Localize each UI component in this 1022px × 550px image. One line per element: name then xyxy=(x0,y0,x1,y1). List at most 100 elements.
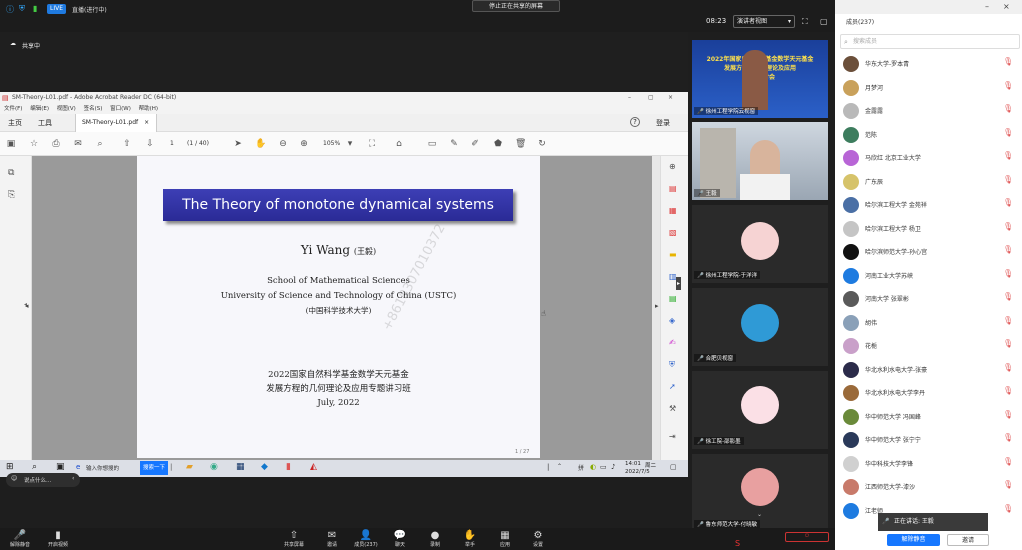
chevron-down-icon[interactable]: ▾ xyxy=(345,139,355,149)
menu-sign[interactable]: 签名(S) xyxy=(84,106,103,112)
mic-muted-icon[interactable]: 🎙 xyxy=(1003,292,1013,301)
cursor-icon[interactable]: ➤ xyxy=(233,139,243,149)
menu-file[interactable]: 文件(F) xyxy=(4,106,22,112)
participant-row[interactable]: 华北水利水电大学李丹 🎙 xyxy=(843,382,1018,404)
windows-start-icon[interactable]: ⊞ xyxy=(6,462,14,472)
control-button[interactable]: 👤 成员(237) xyxy=(348,530,384,548)
mic-muted-icon[interactable]: 🎙 xyxy=(1003,316,1013,325)
participant-row[interactable]: 金露露 🎙 xyxy=(843,100,1018,122)
comment-icon[interactable]: ▭ xyxy=(427,139,437,149)
chevron-left-icon[interactable]: ‹ xyxy=(72,475,74,482)
control-button[interactable]: 💬 聊天 xyxy=(382,530,418,548)
mic-muted-icon[interactable]: 🎙 xyxy=(1003,480,1013,489)
minimize-icon[interactable]: – xyxy=(985,2,989,11)
export-pdf-icon[interactable]: ▤ xyxy=(669,184,677,193)
participant-row[interactable]: 华东大学-罗本青 🎙 xyxy=(843,53,1018,75)
stamp-icon[interactable]: ⬟ xyxy=(493,139,503,149)
help-icon[interactable]: ? xyxy=(630,117,640,127)
participant-row[interactable]: 马欣红 北京工业大学 🎙 xyxy=(843,147,1018,169)
control-button[interactable]: ✉ 邀请 xyxy=(314,530,350,548)
participant-row[interactable]: 范陈 🎙 xyxy=(843,124,1018,146)
send-icon[interactable]: ➚ xyxy=(669,382,676,391)
zoom-out-icon[interactable]: ⊖ xyxy=(278,139,288,149)
participant-row[interactable]: 华中科技大学李锋 🎙 xyxy=(843,453,1018,475)
leave-button[interactable]: ⏻ xyxy=(785,532,829,542)
mail-icon[interactable]: ✉ xyxy=(73,139,83,149)
participant-row[interactable]: 花栀 🎙 xyxy=(843,335,1018,357)
shield-icon[interactable]: ⛨ xyxy=(19,4,25,14)
fill-sign-icon[interactable]: ✍ xyxy=(669,338,676,347)
task-view-icon[interactable]: ▣ xyxy=(56,462,65,472)
highlight-icon[interactable]: ✎ xyxy=(449,139,459,149)
app-icon[interactable]: ▦ xyxy=(236,462,245,472)
page-number-input[interactable]: 1 xyxy=(170,140,174,147)
taskbar-search-input[interactable]: 输入你想搜的 xyxy=(86,464,119,472)
edit-pdf-icon[interactable]: ▧ xyxy=(669,228,677,237)
mic-muted-icon[interactable]: 🎙 xyxy=(1003,339,1013,348)
control-button[interactable]: ▮ 开启视频 xyxy=(40,530,76,548)
acrobat-icon[interactable]: ◭ xyxy=(310,462,317,472)
notifications-icon[interactable]: ▢ xyxy=(670,463,677,471)
mic-muted-icon[interactable]: 🎙 xyxy=(1003,245,1013,254)
participant-row[interactable]: 哈尔滨师范大学-孙心宫 🎙 xyxy=(843,241,1018,263)
close-icon[interactable]: × xyxy=(144,119,149,126)
participant-row[interactable]: 广东辰 🎙 xyxy=(843,171,1018,193)
mic-muted-icon[interactable]: 🎙 xyxy=(1003,410,1013,419)
security-tray-icon[interactable]: ◐ xyxy=(590,463,596,471)
mic-muted-icon[interactable]: 🎙 xyxy=(1003,363,1013,372)
meeting-app-icon[interactable]: ◆ xyxy=(261,462,268,472)
pages-icon[interactable]: ⧉ xyxy=(8,168,14,178)
control-button[interactable]: ⚙ 设置 xyxy=(520,530,556,548)
save-icon[interactable]: ▣ xyxy=(6,139,16,149)
participant-row[interactable]: 华中师范大学 冯国峰 🎙 xyxy=(843,406,1018,428)
control-button[interactable]: ▦ 应用 xyxy=(487,530,523,548)
volume-icon[interactable]: ♪ xyxy=(611,463,615,471)
tab-tools[interactable]: 工具 xyxy=(38,118,52,128)
create-pdf-icon[interactable]: ▦ xyxy=(669,206,677,215)
rotate-icon[interactable]: ↻ xyxy=(537,139,547,149)
page-down-icon[interactable]: ⇩ xyxy=(145,139,155,149)
browser-icon[interactable]: e xyxy=(76,463,80,471)
next-arrow-icon[interactable]: ▸ xyxy=(655,302,659,310)
chrome-icon[interactable]: ◉ xyxy=(210,462,218,472)
print-icon[interactable]: ⎙ xyxy=(51,139,61,149)
mic-muted-icon[interactable]: 🎙 xyxy=(1003,433,1013,442)
taskbar-search-button[interactable]: 搜索一下 xyxy=(140,461,168,475)
network-icon[interactable]: ▭ xyxy=(600,463,607,471)
control-button[interactable]: ⇧ 共享屏幕 xyxy=(276,530,312,548)
hand-icon[interactable]: ✋ xyxy=(255,139,266,149)
protect-icon[interactable]: ⛨ xyxy=(669,360,675,370)
page-up-icon[interactable]: ⇧ xyxy=(122,139,132,149)
tab-home[interactable]: 主页 xyxy=(8,118,22,128)
mic-muted-icon[interactable]: 🎙 xyxy=(1003,175,1013,184)
comment-tool-icon[interactable]: ▬ xyxy=(669,250,677,259)
participant-row[interactable]: 河南工业大学苏峡 🎙 xyxy=(843,265,1018,287)
mic-muted-icon[interactable]: 🎙 xyxy=(1003,81,1013,90)
mic-muted-icon[interactable]: 🎙 xyxy=(1003,128,1013,137)
mic-muted-icon[interactable]: 🎙 xyxy=(1003,104,1013,113)
mic-muted-icon[interactable]: 🎙 xyxy=(1003,222,1013,231)
mic-muted-icon[interactable]: 🎙 xyxy=(1003,198,1013,207)
control-button[interactable]: ● 录制 xyxy=(417,530,453,548)
search-icon[interactable]: ⌕ xyxy=(32,462,37,472)
window-icon[interactable]: ▢ xyxy=(820,17,828,26)
mic-muted-icon[interactable]: 🎙 xyxy=(1003,57,1013,66)
fullscreen-icon[interactable]: ⛶ xyxy=(802,17,808,27)
participant-row[interactable]: 华中师范大学 张宁宁 🎙 xyxy=(843,429,1018,451)
star-icon[interactable]: ☆ xyxy=(29,139,39,149)
control-button[interactable]: ✋ 举手 xyxy=(452,530,488,548)
view-mode-button[interactable]: 演讲者视图 ▾ xyxy=(733,15,795,28)
mic-muted-icon[interactable]: 🎙 xyxy=(1003,504,1013,513)
mic-muted-icon[interactable]: 🎙 xyxy=(1003,269,1013,278)
collapse-right-icon[interactable]: ▸ xyxy=(676,277,682,290)
invite-button[interactable]: 邀请 xyxy=(947,534,989,546)
minimize-icon[interactable]: – xyxy=(628,92,631,104)
ime-lang[interactable]: 拼 xyxy=(578,463,584,472)
prev-arrow-icon[interactable]: ◂ xyxy=(25,302,29,310)
sougou-icon[interactable]: S xyxy=(735,539,740,548)
participant-row[interactable]: 华北水利水电大学-张豪 🎙 xyxy=(843,359,1018,381)
tools-icon[interactable]: ⚒ xyxy=(669,404,676,413)
menu-edit[interactable]: 编辑(E) xyxy=(30,106,49,112)
organize-icon[interactable]: ▤ xyxy=(669,294,677,303)
participant-row[interactable]: 江西师范大学-漆沙 🎙 xyxy=(843,476,1018,498)
